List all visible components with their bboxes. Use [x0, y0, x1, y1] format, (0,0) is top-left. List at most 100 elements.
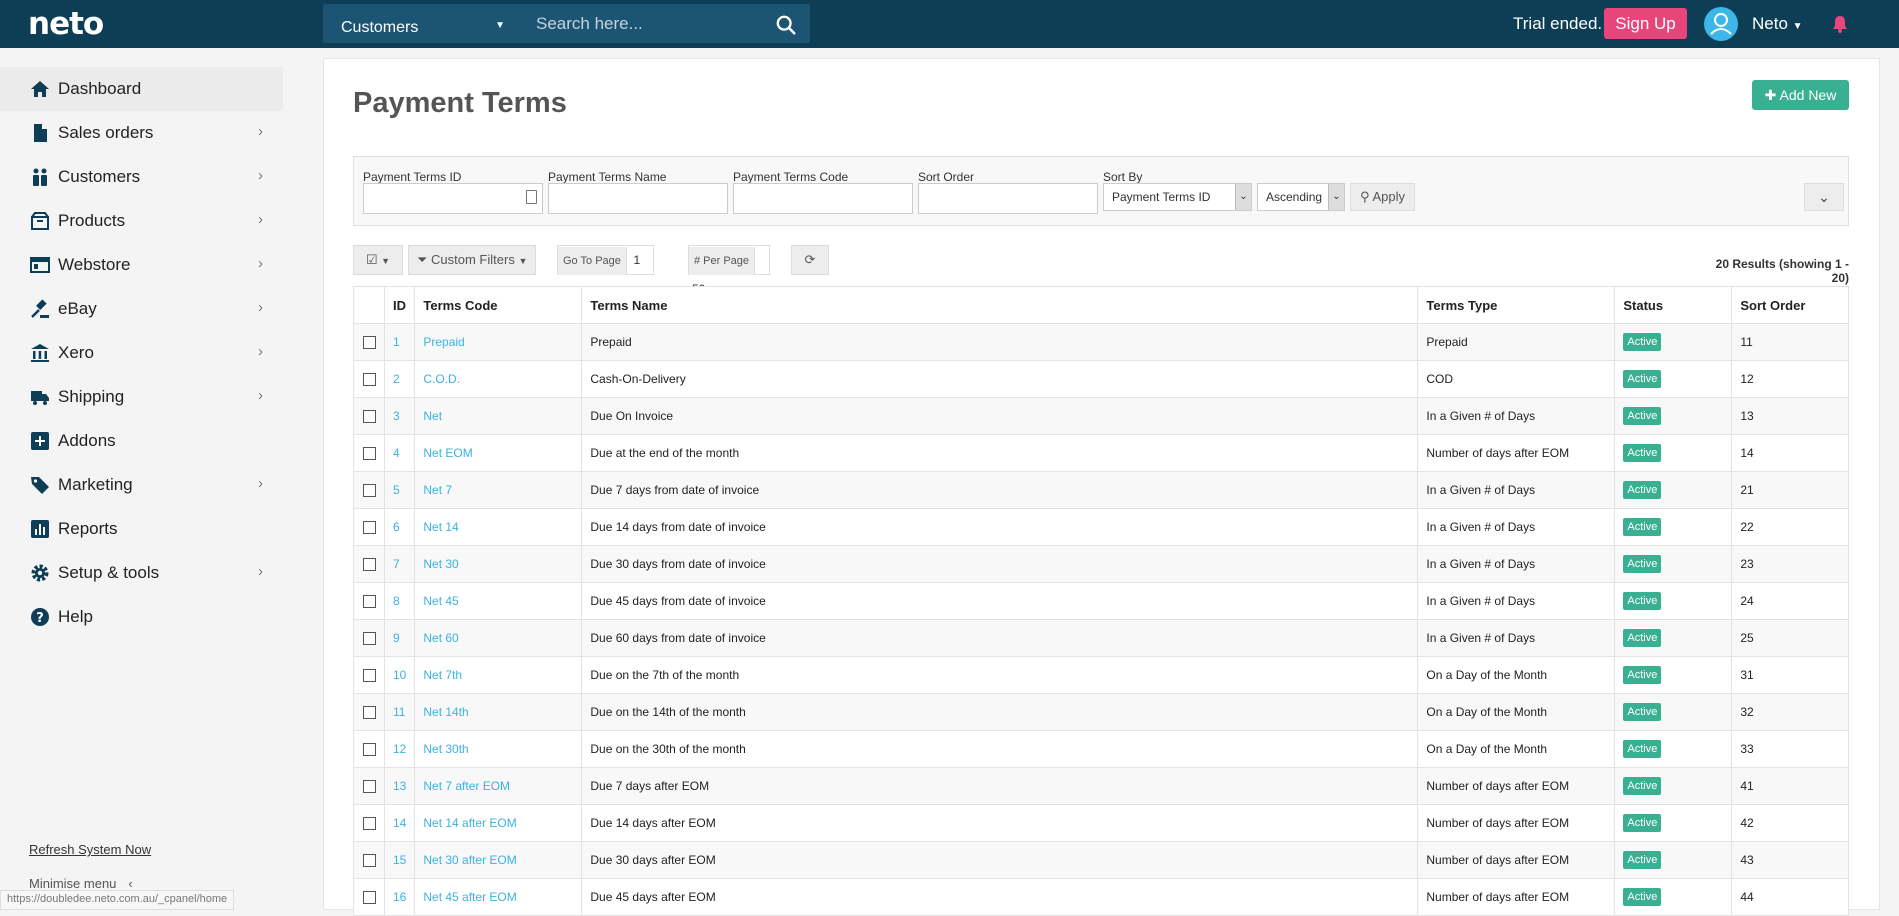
- row-terms-code-link[interactable]: Prepaid: [414, 323, 583, 361]
- column-header-sort-order[interactable]: Sort Order: [1731, 286, 1849, 324]
- add-new-button[interactable]: ✚ Add New: [1752, 80, 1849, 110]
- row-terms-code-link[interactable]: Net 60: [414, 619, 583, 657]
- row-id-link[interactable]: 6: [383, 508, 416, 546]
- row-terms-code-link[interactable]: Net 45: [414, 582, 583, 620]
- row-id-link[interactable]: 2: [383, 360, 416, 398]
- table-row[interactable]: 1 Prepaid Prepaid Prepaid Active 11: [353, 323, 1849, 361]
- row-id-link[interactable]: 3: [383, 397, 416, 435]
- table-row[interactable]: 5 Net 7 Due 7 days from date of invoice In …: [353, 471, 1849, 509]
- table-row[interactable]: 12 Net 30th Due on the 30th of the month On…: [353, 730, 1849, 768]
- row-id-link[interactable]: 7: [383, 545, 416, 583]
- filter-id-input[interactable]: [363, 183, 543, 214]
- table-row[interactable]: 11 Net 14th Due on the 14th of the month On…: [353, 693, 1849, 731]
- sidebar-item-setup-tools[interactable]: Setup & tools ›: [0, 551, 283, 595]
- row-checkbox[interactable]: [362, 595, 376, 609]
- sort-by-select[interactable]: Payment Terms ID ⌄: [1103, 183, 1252, 211]
- collapse-filters-button[interactable]: ⌄: [1804, 183, 1844, 211]
- row-terms-code-link[interactable]: Net 30th: [414, 730, 583, 768]
- row-id-link[interactable]: 5: [383, 471, 416, 509]
- user-avatar-icon[interactable]: [1704, 7, 1738, 41]
- sidebar-item-ebay[interactable]: eBay ›: [0, 287, 283, 331]
- sidebar-item-sales-orders[interactable]: Sales orders ›: [0, 111, 283, 155]
- sort-direction-select[interactable]: Ascending ⌄: [1257, 183, 1345, 211]
- row-checkbox[interactable]: [362, 558, 376, 572]
- sidebar-item-reports[interactable]: Reports: [0, 507, 283, 551]
- filter-code-input[interactable]: [733, 183, 913, 214]
- row-terms-code-link[interactable]: Net EOM: [414, 434, 583, 472]
- row-terms-code-link[interactable]: Net 7 after EOM: [414, 767, 583, 805]
- table-row[interactable]: 10 Net 7th Due on the 7th of the month On a…: [353, 656, 1849, 694]
- sidebar-item-products[interactable]: Products ›: [0, 199, 283, 243]
- row-checkbox[interactable]: [362, 484, 376, 498]
- table-row[interactable]: 7 Net 30 Due 30 days from date of invoice I…: [353, 545, 1849, 583]
- table-row[interactable]: 15 Net 30 after EOM Due 30 days after EOM N…: [353, 841, 1849, 879]
- row-checkbox[interactable]: [362, 336, 376, 350]
- row-checkbox[interactable]: [362, 447, 376, 461]
- sidebar-item-xero[interactable]: Xero ›: [0, 331, 283, 375]
- column-header-terms-type[interactable]: Terms Type: [1417, 286, 1616, 324]
- neto-logo[interactable]: neto: [28, 6, 104, 42]
- table-row[interactable]: 14 Net 14 after EOM Due 14 days after EOM N…: [353, 804, 1849, 842]
- row-checkbox[interactable]: [362, 854, 376, 868]
- search-type-dropdown[interactable]: Customers ▼: [323, 4, 523, 43]
- sidebar-item-webstore[interactable]: Webstore ›: [0, 243, 283, 287]
- row-checkbox[interactable]: [362, 632, 376, 646]
- column-header-terms-name[interactable]: Terms Name: [581, 286, 1419, 324]
- sidebar-item-marketing[interactable]: Marketing ›: [0, 463, 283, 507]
- row-terms-code-link[interactable]: Net 14 after EOM: [414, 804, 583, 842]
- filter-sort-order-input[interactable]: [918, 183, 1098, 214]
- row-checkbox[interactable]: [362, 817, 376, 831]
- search-icon[interactable]: [775, 14, 797, 36]
- sidebar-item-shipping[interactable]: Shipping ›: [0, 375, 283, 419]
- bell-icon[interactable]: [1830, 14, 1850, 34]
- sign-up-button[interactable]: Sign Up: [1604, 8, 1687, 39]
- user-menu[interactable]: Neto ▼: [1752, 14, 1803, 34]
- go-to-page-input[interactable]: 1: [631, 253, 641, 267]
- apply-button[interactable]: ⚲ Apply: [1350, 183, 1415, 211]
- row-checkbox[interactable]: [362, 410, 376, 424]
- custom-filters-dropdown[interactable]: ⏷ Custom Filters ▼: [408, 245, 536, 275]
- column-header-status[interactable]: Status: [1614, 286, 1733, 324]
- search-input[interactable]: [528, 4, 763, 43]
- row-terms-code-link[interactable]: C.O.D.: [414, 360, 583, 398]
- row-id-link[interactable]: 4: [383, 434, 416, 472]
- table-row[interactable]: 4 Net EOM Due at the end of the month Numbe…: [353, 434, 1849, 472]
- table-row[interactable]: 9 Net 60 Due 60 days from date of invoice I…: [353, 619, 1849, 657]
- row-checkbox[interactable]: [362, 743, 376, 757]
- table-row[interactable]: 8 Net 45 Due 45 days from date of invoice I…: [353, 582, 1849, 620]
- sidebar-item-dashboard[interactable]: Dashboard: [0, 67, 283, 111]
- table-row[interactable]: 13 Net 7 after EOM Due 7 days after EOM Num…: [353, 767, 1849, 805]
- table-row[interactable]: 2 C.O.D. Cash-On-Delivery COD Active 12: [353, 360, 1849, 398]
- row-id-link[interactable]: 13: [383, 767, 416, 805]
- row-id-link[interactable]: 10: [383, 656, 416, 694]
- table-row[interactable]: 6 Net 14 Due 14 days from date of invoice I…: [353, 508, 1849, 546]
- row-id-link[interactable]: 11: [383, 693, 416, 731]
- row-terms-code-link[interactable]: Net 30 after EOM: [414, 841, 583, 879]
- row-checkbox[interactable]: [362, 373, 376, 387]
- sidebar-item-help[interactable]: ? Help: [0, 595, 283, 639]
- row-terms-code-link[interactable]: Net: [414, 397, 583, 435]
- sidebar-item-addons[interactable]: Addons: [0, 419, 283, 463]
- row-checkbox[interactable]: [362, 521, 376, 535]
- row-checkbox[interactable]: [362, 891, 376, 905]
- refresh-system-link[interactable]: Refresh System Now: [29, 842, 151, 857]
- row-terms-code-link[interactable]: Net 14th: [414, 693, 583, 731]
- row-id-link[interactable]: 9: [383, 619, 416, 657]
- column-header-id[interactable]: ID: [383, 286, 416, 324]
- row-terms-code-link[interactable]: Net 7th: [414, 656, 583, 694]
- bulk-select-dropdown[interactable]: ☑ ▼: [353, 245, 403, 275]
- sidebar-item-customers[interactable]: Customers ›: [0, 155, 283, 199]
- row-terms-code-link[interactable]: Net 7: [414, 471, 583, 509]
- filter-name-input[interactable]: [548, 183, 728, 214]
- row-id-link[interactable]: 1: [383, 323, 416, 361]
- minimise-menu-button[interactable]: Minimise menu ‹: [29, 876, 133, 891]
- row-checkbox[interactable]: [362, 706, 376, 720]
- row-id-link[interactable]: 14: [383, 804, 416, 842]
- row-checkbox[interactable]: [362, 669, 376, 683]
- row-terms-code-link[interactable]: Net 14: [414, 508, 583, 546]
- refresh-button[interactable]: ⟳: [791, 245, 829, 275]
- row-checkbox[interactable]: [362, 780, 376, 794]
- row-terms-code-link[interactable]: Net 30: [414, 545, 583, 583]
- row-id-link[interactable]: 12: [383, 730, 416, 768]
- table-row[interactable]: 3 Net Due On Invoice In a Given # of Days Ac…: [353, 397, 1849, 435]
